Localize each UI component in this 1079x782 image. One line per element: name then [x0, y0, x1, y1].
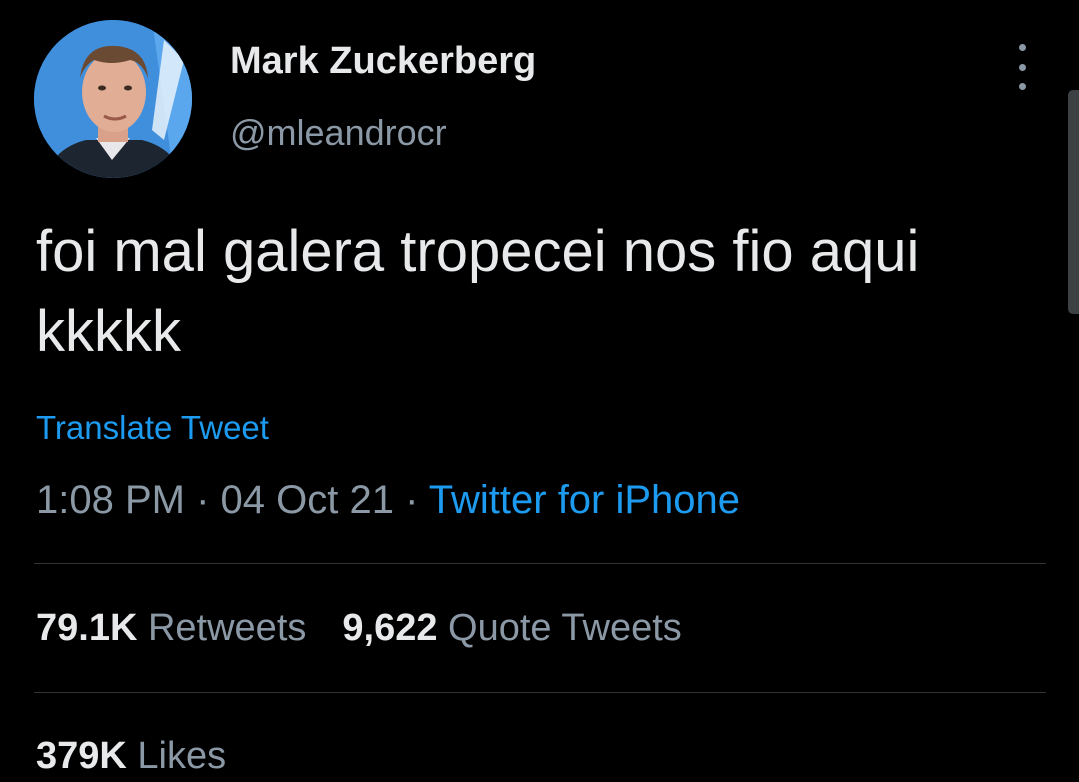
likes-stats: 379K Likes — [36, 735, 226, 778]
likes-label: Likes — [137, 735, 227, 777]
engagement-stats: 79.1K Retweets 9,622 Quote Tweets — [36, 607, 682, 650]
tweet-source-link[interactable]: Twitter for iPhone — [429, 478, 740, 522]
tweet-metadata: 1:08 PM · 04 Oct 21 · Twitter for iPhone — [36, 478, 740, 523]
retweets-stat[interactable]: 79.1K Retweets — [36, 607, 306, 649]
likes-count: 379K — [36, 735, 127, 777]
author-handle[interactable]: @mleandrocr — [230, 112, 447, 154]
meta-separator: · — [393, 478, 429, 522]
quote-tweets-stat[interactable]: 9,622 Quote Tweets — [342, 607, 681, 649]
scrollbar[interactable] — [1068, 90, 1079, 314]
tweet-time[interactable]: 1:08 PM — [36, 478, 185, 522]
avatar-image — [34, 20, 192, 178]
tweet-text: foi mal galera tropecei nos fio aqui kkk… — [36, 219, 920, 364]
retweets-count: 79.1K — [36, 607, 138, 649]
author-display-name[interactable]: Mark Zuckerberg — [230, 40, 536, 83]
more-options-icon[interactable] — [1010, 44, 1034, 90]
more-dot — [1018, 83, 1026, 90]
quote-tweets-label: Quote Tweets — [448, 607, 682, 649]
more-dot — [1018, 63, 1026, 71]
quote-tweets-count: 9,622 — [342, 607, 438, 649]
divider — [34, 692, 1046, 693]
translate-tweet-link[interactable]: Translate Tweet — [36, 409, 269, 447]
likes-stat[interactable]: 379K Likes — [36, 735, 226, 777]
avatar[interactable] — [34, 20, 192, 178]
retweets-label: Retweets — [147, 607, 307, 649]
more-dot — [1018, 44, 1026, 51]
tweet-date[interactable]: 04 Oct 21 — [221, 478, 394, 522]
meta-separator: · — [184, 478, 221, 522]
divider — [34, 563, 1046, 564]
